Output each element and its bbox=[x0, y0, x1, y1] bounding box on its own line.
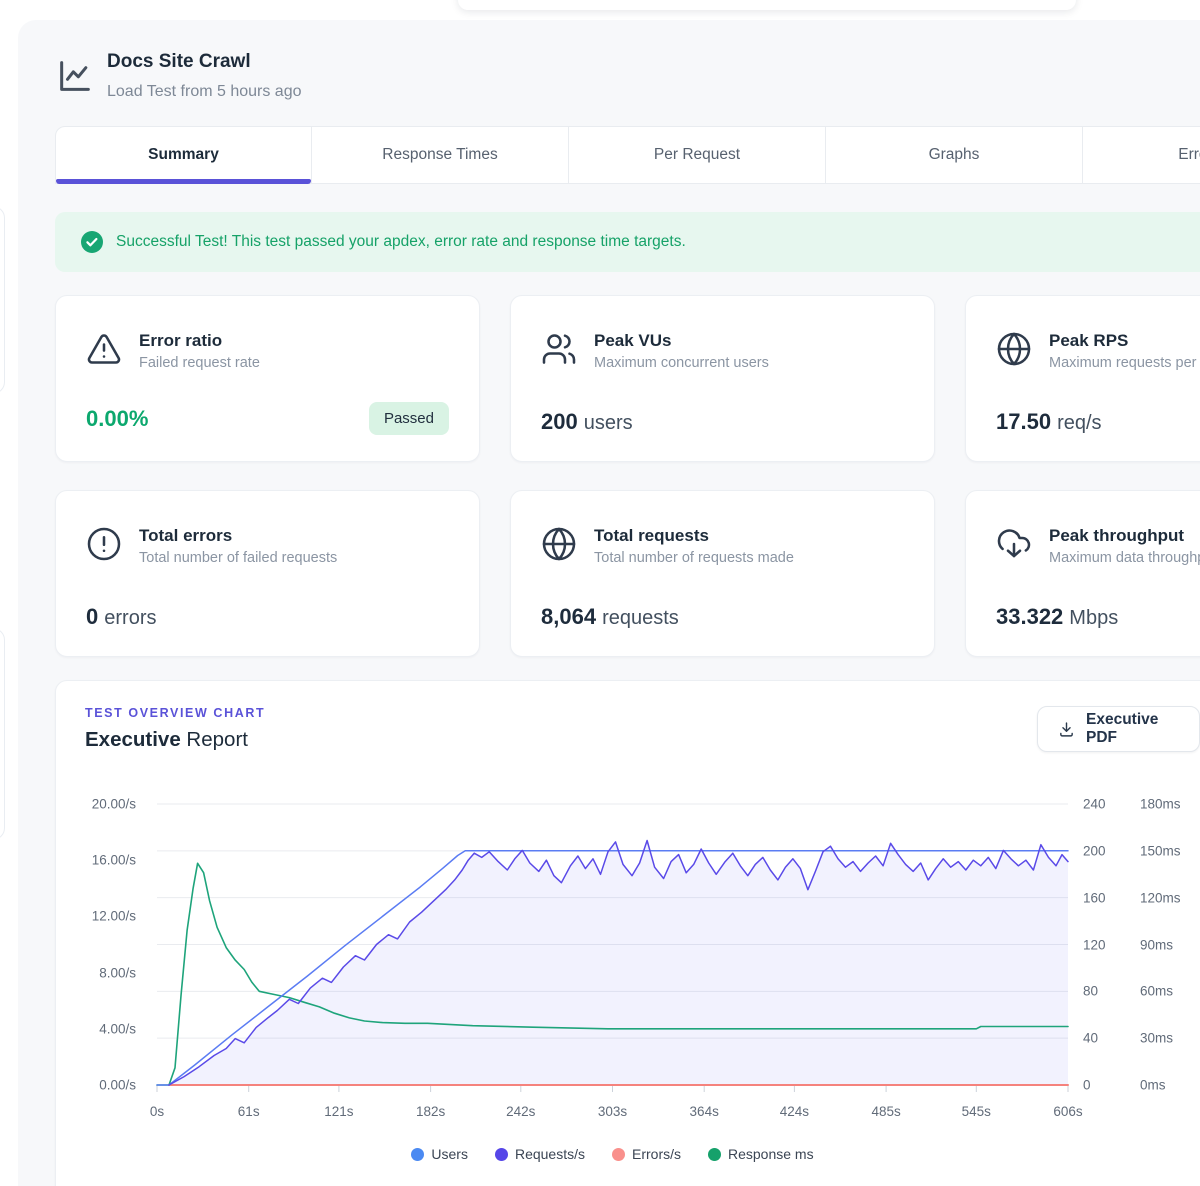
globe-icon bbox=[996, 331, 1032, 367]
legend-label: Users bbox=[431, 1146, 468, 1162]
legend-dot bbox=[708, 1148, 721, 1161]
legend-dot bbox=[612, 1148, 625, 1161]
card-subtitle: Total number of failed requests bbox=[139, 550, 337, 566]
floating-toolbar-edge bbox=[458, 0, 1076, 10]
card-title: Error ratio bbox=[139, 330, 260, 351]
card-subtitle: Maximum concurrent users bbox=[594, 355, 769, 371]
card-title: Total requests bbox=[594, 525, 794, 546]
globe-icon bbox=[541, 526, 577, 562]
page-subtitle: Load Test from 5 hours ago bbox=[107, 83, 302, 101]
tab-summary[interactable]: Summary bbox=[55, 126, 312, 184]
legend-dot bbox=[495, 1148, 508, 1161]
legend-label: Errors/s bbox=[632, 1146, 681, 1162]
chart-title: Executive Report bbox=[85, 728, 248, 752]
card-subtitle: Maximum data throughput bbox=[1049, 550, 1200, 566]
card-title: Peak VUs bbox=[594, 330, 769, 351]
executive-pdf-button[interactable]: Executive PDF bbox=[1037, 706, 1200, 752]
legend-item-requests-s[interactable]: Requests/s bbox=[495, 1146, 585, 1162]
legend-label: Requests/s bbox=[515, 1146, 585, 1162]
tab-response-times[interactable]: Response Times bbox=[312, 126, 569, 184]
card-title: Total errors bbox=[139, 525, 337, 546]
success-banner: Successful Test! This test passed your a… bbox=[55, 212, 1200, 272]
legend-dot bbox=[411, 1148, 424, 1161]
pdf-button-label: Executive PDF bbox=[1086, 711, 1179, 747]
legend-item-response-ms[interactable]: Response ms bbox=[708, 1146, 814, 1162]
card-value: 17.50req/s bbox=[996, 409, 1102, 435]
tab-label: Errors (0) bbox=[1178, 146, 1200, 164]
tab-label: Summary bbox=[148, 146, 219, 164]
chart-legend: Users Requests/s Errors/s Response ms bbox=[157, 1146, 1068, 1162]
passed-badge: Passed bbox=[369, 402, 449, 435]
offscreen-card-fragment bbox=[0, 628, 5, 840]
card-title: Peak RPS bbox=[1049, 330, 1200, 351]
card-subtitle: Failed request rate bbox=[139, 355, 260, 371]
legend-item-errors-s[interactable]: Errors/s bbox=[612, 1146, 681, 1162]
card-peak-throughput: Peak throughput Maximum data throughput … bbox=[965, 490, 1200, 657]
page-title: Docs Site Crawl bbox=[107, 51, 251, 73]
legend-label: Response ms bbox=[728, 1146, 814, 1162]
tab-errors-0[interactable]: Errors (0) bbox=[1083, 126, 1200, 184]
legend-item-users[interactable]: Users bbox=[411, 1146, 468, 1162]
card-error-ratio: Error ratio Failed request rate 0.00% Pa… bbox=[55, 295, 480, 462]
tab-graphs[interactable]: Graphs bbox=[826, 126, 1083, 184]
card-peak-rps: Peak RPS Maximum requests per second 17.… bbox=[965, 295, 1200, 462]
line-chart-icon bbox=[55, 56, 95, 96]
card-value: 200users bbox=[541, 409, 633, 435]
tab-label: Graphs bbox=[929, 146, 980, 164]
card-subtitle: Total number of requests made bbox=[594, 550, 794, 566]
tab-label: Per Request bbox=[654, 146, 740, 164]
tab-label: Response Times bbox=[382, 146, 497, 164]
offscreen-card-fragment bbox=[0, 206, 5, 394]
banner-message: Successful Test! This test passed your a… bbox=[116, 233, 686, 251]
card-value: 0.00% bbox=[86, 406, 148, 432]
stat-cards: Error ratio Failed request rate 0.00% Pa… bbox=[55, 295, 1200, 657]
alert-circle-icon bbox=[86, 526, 122, 562]
chart-plot bbox=[157, 804, 1068, 1096]
page: Docs Site Crawl Load Test from 5 hours a… bbox=[0, 0, 1200, 1186]
card-value: 33.322Mbps bbox=[996, 604, 1118, 630]
card-total-requests: Total requests Total number of requests … bbox=[510, 490, 935, 657]
card-value: 0errors bbox=[86, 604, 156, 630]
cloud-download-icon bbox=[996, 526, 1032, 562]
users-icon bbox=[541, 331, 577, 367]
check-circle-icon bbox=[81, 231, 103, 253]
download-icon bbox=[1058, 721, 1075, 738]
card-title: Peak throughput bbox=[1049, 525, 1200, 546]
card-total-errors: Total errors Total number of failed requ… bbox=[55, 490, 480, 657]
warning-triangle-icon bbox=[86, 331, 122, 367]
card-subtitle: Maximum requests per second bbox=[1049, 355, 1200, 371]
tab-per-request[interactable]: Per Request bbox=[569, 126, 826, 184]
tabs: Summary Response Times Per Request Graphs Er… bbox=[55, 126, 1200, 184]
chart-eyebrow: TEST OVERVIEW CHART bbox=[85, 706, 265, 720]
card-peak-vus: Peak VUs Maximum concurrent users 200use… bbox=[510, 295, 935, 462]
card-value: 8,064requests bbox=[541, 604, 679, 630]
